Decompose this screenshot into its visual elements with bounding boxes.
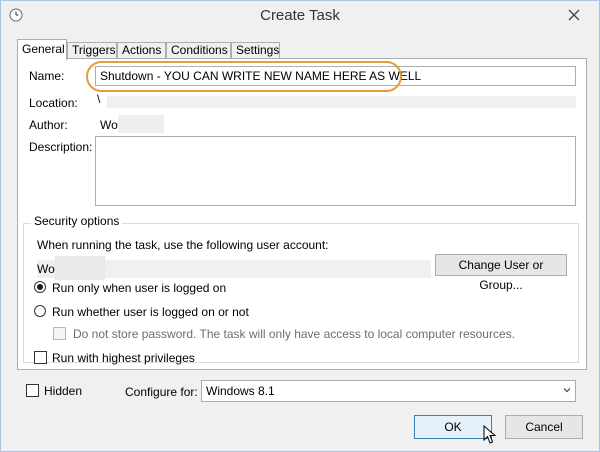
user-account-redaction [55, 256, 105, 280]
highest-privileges-label[interactable]: Run with highest privileges [52, 351, 195, 365]
title-bar[interactable]: Create Task [1, 1, 599, 31]
hidden-label[interactable]: Hidden [44, 384, 82, 398]
description-label: Description: [29, 140, 93, 154]
ok-button[interactable]: OK [414, 415, 492, 439]
configure-for-value: Windows 8.1 [206, 384, 275, 398]
tab-conditions[interactable]: Conditions [166, 42, 231, 59]
security-options-title: Security options [31, 214, 123, 228]
tab-general[interactable]: General [17, 39, 67, 60]
name-highlight-annotation [86, 61, 402, 92]
configure-for-label: Configure for: [125, 385, 198, 399]
tab-strip: General Triggers Actions Conditions Sett… [17, 39, 597, 60]
location-value-field [107, 96, 576, 108]
run-logged-on-radio[interactable] [34, 281, 46, 293]
run-whether-radio[interactable] [34, 305, 46, 317]
no-store-password-checkbox[interactable] [53, 327, 66, 340]
no-store-password-label[interactable]: Do not store password. The task will onl… [73, 327, 515, 341]
close-icon[interactable] [563, 4, 585, 26]
highest-privileges-checkbox[interactable] [34, 351, 47, 364]
account-prompt: When running the task, use the following… [37, 238, 329, 252]
cancel-button[interactable]: Cancel [505, 415, 583, 439]
configure-for-select[interactable]: Windows 8.1 [201, 380, 576, 402]
author-label: Author: [29, 118, 68, 132]
chevron-down-icon [563, 388, 571, 393]
user-account-value: Wo [37, 262, 55, 276]
window-title: Create Task [260, 7, 340, 24]
tab-settings[interactable]: Settings [231, 42, 280, 59]
tab-actions[interactable]: Actions [117, 42, 166, 59]
mouse-pointer-icon [483, 425, 497, 444]
run-logged-on-label[interactable]: Run only when user is logged on [52, 281, 226, 295]
author-redaction [118, 115, 164, 133]
location-label: Location: [29, 96, 78, 110]
hidden-checkbox[interactable] [26, 384, 39, 397]
run-whether-label[interactable]: Run whether user is logged on or not [52, 305, 249, 319]
create-task-dialog: Create Task General Triggers Actions Con… [0, 0, 600, 452]
name-label: Name: [29, 69, 65, 83]
change-user-button[interactable]: Change User or Group... [435, 254, 567, 292]
location-value: \ [97, 92, 101, 106]
description-textarea[interactable] [95, 136, 576, 206]
tab-triggers[interactable]: Triggers [67, 42, 117, 59]
author-value: Wo [100, 118, 118, 132]
